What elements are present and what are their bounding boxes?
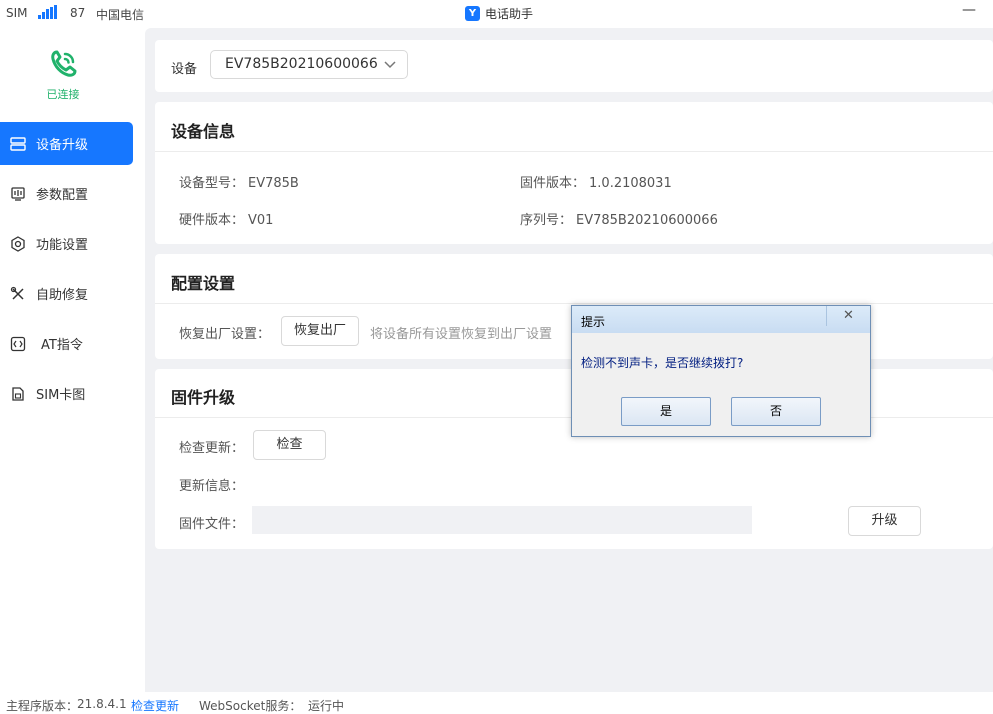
dialog-close-button[interactable]: ✕ xyxy=(826,306,870,326)
device-info-title: 设备信息 xyxy=(171,122,236,141)
app-title: Y 电话助手 xyxy=(465,5,533,22)
prompt-dialog: 提示 ✕ 检测不到声卡，是否继续拨打? 是 否 xyxy=(571,305,871,437)
dialog-message: 检测不到声卡，是否继续拨打? xyxy=(581,356,744,370)
dialog-yes-button[interactable]: 是 xyxy=(621,397,711,426)
factory-reset-button[interactable]: 恢复出厂 xyxy=(281,316,359,346)
firmware-file-label: 固件文件： xyxy=(179,517,245,532)
minimize-button[interactable]: — xyxy=(962,2,976,18)
factory-reset-label: 恢复出厂设置： xyxy=(179,327,271,342)
chevron-down-icon xyxy=(384,61,396,69)
gear-icon xyxy=(11,235,25,252)
check-button[interactable]: 检查 xyxy=(253,430,326,460)
tools-icon xyxy=(10,286,24,300)
check-update-link[interactable]: 检查更新 xyxy=(131,697,179,714)
sidebar-item-functions[interactable]: 功能设置 xyxy=(0,222,133,265)
upgrade-button[interactable]: 升级 xyxy=(848,506,921,536)
signal-value: 87 xyxy=(70,6,86,20)
websocket-status: 运行中 xyxy=(308,699,345,713)
app-logo-icon: Y xyxy=(465,6,480,21)
sim-card-icon xyxy=(12,386,24,401)
device-selector-card: 设备 EV785B20210600066 xyxy=(155,40,993,92)
update-info-label: 更新信息： xyxy=(179,479,245,494)
firmware-file-input[interactable] xyxy=(252,506,752,534)
carrier-name: 中国电信 xyxy=(96,8,145,22)
divider xyxy=(155,151,993,152)
device-select[interactable]: EV785B20210600066 xyxy=(210,50,408,79)
sim-label: SIM xyxy=(6,6,28,20)
sidebar-item-self-repair[interactable]: 自助修复 xyxy=(0,272,133,315)
divider xyxy=(155,303,993,304)
firmware-version: 固件版本： 1.0.2108031 xyxy=(520,176,672,191)
config-title: 配置设置 xyxy=(171,274,236,293)
device-label: 设备 xyxy=(171,62,198,77)
firmware-upgrade-title: 固件升级 xyxy=(171,388,236,407)
sidebar-item-device-upgrade[interactable]: 设备升级 xyxy=(0,122,133,165)
serial-number: 序列号： EV785B20210600066 xyxy=(520,213,718,228)
sidebar-item-label: AT指令 xyxy=(41,338,83,353)
version-value: 21.8.4.1 xyxy=(77,697,127,711)
sidebar-item-parameters[interactable]: 参数配置 xyxy=(0,172,133,215)
websocket-label: WebSocket服务： xyxy=(199,699,302,713)
connection-status: 已连接 xyxy=(38,48,88,102)
phone-connected-icon xyxy=(51,50,77,77)
sidebar: 已连接 设备升级 参数配置 功能设置 自助修复 AT指令 SIM卡图 xyxy=(0,28,145,692)
sidebar-item-at-commands[interactable]: AT指令 xyxy=(0,322,133,365)
signal-strength-icon xyxy=(38,5,58,19)
chip-icon xyxy=(10,136,26,151)
factory-reset-hint: 将设备所有设置恢复到出厂设置 xyxy=(370,327,553,342)
sidebar-item-sim-card[interactable]: SIM卡图 xyxy=(0,372,133,415)
hardware-version: 硬件版本： V01 xyxy=(179,213,274,228)
parameters-icon xyxy=(11,186,25,201)
app-title-text: 电话助手 xyxy=(485,7,534,21)
dialog-no-button[interactable]: 否 xyxy=(731,397,821,426)
sidebar-item-label: 功能设置 xyxy=(36,238,89,253)
check-update-label: 检查更新： xyxy=(179,441,245,456)
sidebar-item-label: SIM卡图 xyxy=(36,388,86,403)
connection-status-text: 已连接 xyxy=(46,88,80,101)
code-icon xyxy=(10,336,26,351)
version-label: 主程序版本： xyxy=(6,699,79,713)
dialog-title: 提示 xyxy=(581,315,606,329)
sidebar-item-label: 设备升级 xyxy=(36,138,89,153)
sidebar-item-label: 参数配置 xyxy=(36,188,89,203)
dialog-title-bar: 提示 ✕ xyxy=(572,306,870,333)
device-info-card: 设备信息 设备型号： EV785B 固件版本： 1.0.2108031 硬件版本： V… xyxy=(155,102,993,244)
device-model: 设备型号： EV785B xyxy=(179,176,299,191)
title-bar: SIM 87 中国电信 Y 电话助手 — xyxy=(0,0,993,28)
status-footer: 主程序版本： 21.8.4.1 检查更新 WebSocket服务： 运行中 xyxy=(0,692,993,714)
device-select-value: EV785B20210600066 xyxy=(225,56,378,72)
sidebar-item-label: 自助修复 xyxy=(36,288,89,303)
